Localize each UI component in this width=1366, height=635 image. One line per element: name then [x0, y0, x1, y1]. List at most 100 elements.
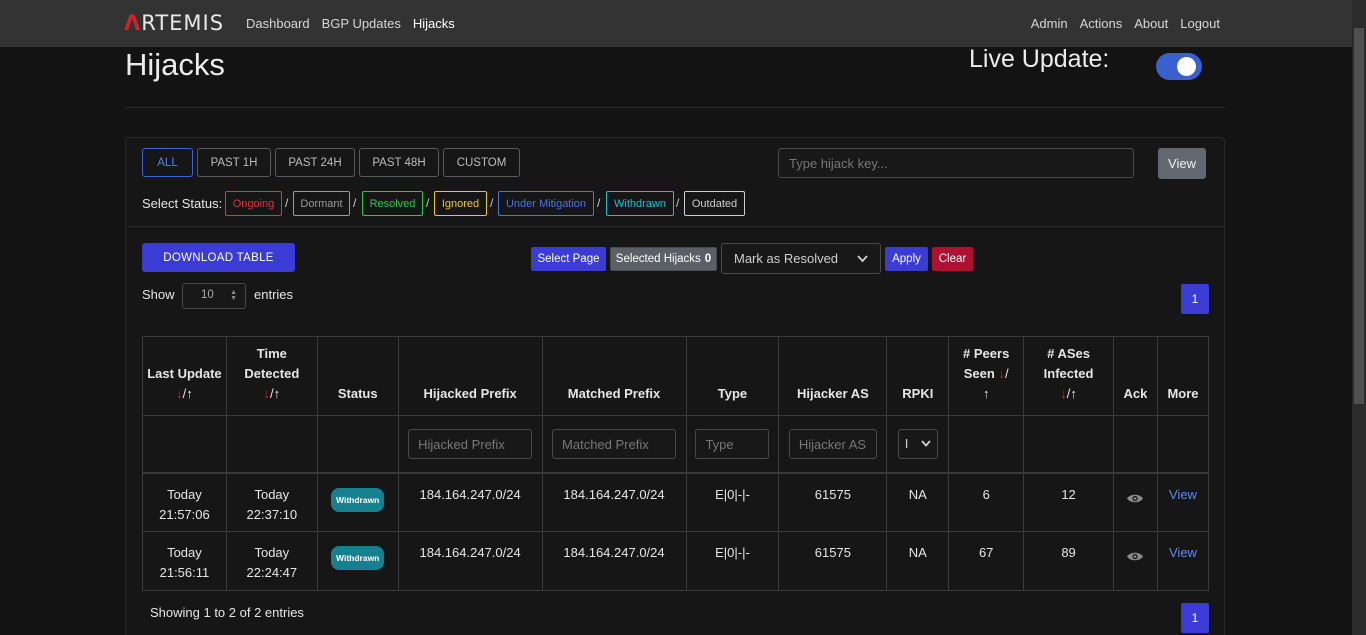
cell-matched-prefix: 184.164.247.0/24 [541, 472, 687, 532]
selected-hijacks-label: Selected Hijacks [615, 253, 701, 265]
pagination-page-bottom[interactable]: 1 [1181, 603, 1209, 633]
status-under-mitigation-button[interactable]: Under Mitigation [498, 191, 594, 216]
view-hijack-link[interactable]: View [1169, 487, 1197, 502]
filter-cell-empty [1156, 415, 1210, 474]
status-dormant-button[interactable]: Dormant [293, 191, 350, 216]
col-time-detected[interactable]: Time Detected ↓/↑ [225, 336, 318, 416]
col-peers-seen[interactable]: # Peers Seen ↓/↑ [948, 336, 1025, 416]
status-outdated-button[interactable]: Outdated [684, 191, 745, 216]
filter-cell-empty [142, 415, 227, 474]
filter-cell: Type [685, 415, 780, 474]
cell-rpki: NA [886, 472, 950, 532]
hijacked-prefix-filter-input[interactable]: Hijacked Prefix [408, 428, 533, 459]
header-label: Last Update [147, 366, 222, 381]
page-scrollbar[interactable] [1352, 0, 1366, 635]
clear-button[interactable]: Clear [932, 247, 973, 271]
hijacker-as-filter-input[interactable]: Hijacker AS [788, 428, 877, 459]
filter-cell: Hijacked Prefix [397, 415, 543, 474]
col-more: More [1156, 336, 1210, 416]
hijack-key-search-input[interactable]: Type hijack key... [778, 148, 1134, 178]
filter-past-1h-button[interactable]: PAST 1H [197, 148, 271, 177]
cell-ack [1113, 531, 1158, 591]
col-hijacker-as: Hijacker AS [778, 336, 888, 416]
nav-actions[interactable]: Actions [1080, 16, 1123, 31]
cell-ases-infected: 89 [1023, 531, 1114, 591]
status-badge: Withdrawn [331, 487, 385, 512]
col-hijacked-prefix: Hijacked Prefix [397, 336, 543, 416]
cell-rpki: NA [886, 531, 950, 591]
card-divider [126, 226, 1224, 227]
page-title: Hijacks [125, 47, 225, 82]
status-ignored-button[interactable]: Ignored [434, 191, 487, 216]
live-update-label: Live Update: [969, 45, 1110, 73]
header-label: # ASes Infected [1043, 346, 1094, 381]
nav-logout[interactable]: Logout [1180, 16, 1220, 31]
nav-right: Admin Actions About Logout [1031, 16, 1220, 31]
matched-prefix-filter-input[interactable]: Matched Prefix [552, 428, 677, 459]
selected-hijacks-badge: Selected Hijacks 0 [610, 247, 717, 271]
filter-cell: Hijacker AS [778, 415, 888, 474]
sort-icon[interactable]: ↓/↑ [264, 386, 281, 401]
filter-custom-button[interactable]: CUSTOM [443, 148, 520, 177]
download-table-button[interactable]: DOWNLOAD TABLE [142, 243, 295, 272]
nav-left: Dashboard BGP Updates Hijacks [246, 16, 455, 31]
rpki-filter-select[interactable]: I [897, 428, 938, 459]
status-resolved-button[interactable]: Resolved [362, 191, 423, 216]
nav-bgp-updates[interactable]: BGP Updates [322, 16, 401, 31]
status-ongoing-button[interactable]: Ongoing [225, 191, 282, 216]
cell-type: E|0|-|- [685, 531, 780, 591]
table-info-text: Showing 1 to 2 of 2 entries [150, 605, 304, 620]
status-separator: / [597, 196, 601, 210]
mark-action-select[interactable]: Mark as Resolved [721, 243, 881, 274]
table-row[interactable]: Today 21:56:11 Today 22:24:47 Withdrawn 18… [142, 531, 1210, 591]
table-row[interactable]: Today 21:57:06 Today 22:37:10 Withdrawn 18… [142, 472, 1210, 532]
apply-button[interactable]: Apply [885, 247, 928, 271]
cell-status: Withdrawn [316, 531, 399, 591]
select-page-button[interactable]: Select Page [531, 247, 606, 271]
col-status: Status [316, 336, 399, 416]
top-navbar: ΛRTEMIS Dashboard BGP Updates Hijacks Ad… [0, 0, 1352, 47]
status-separator: / [676, 196, 680, 210]
artemis-logo[interactable]: ΛRTEMIS [124, 11, 224, 35]
select-status-label: Select Status: [142, 196, 223, 211]
entries-value: 10 [201, 289, 214, 301]
sort-icon[interactable]: ↓/↑ [176, 386, 193, 401]
col-type: Type [685, 336, 780, 416]
cell-ack [1113, 472, 1158, 532]
status-separator: / [490, 196, 494, 210]
sort-icon[interactable]: ↓/↑ [1060, 386, 1077, 401]
mark-action-value: Mark as Resolved [734, 251, 839, 266]
type-filter-input[interactable]: Type [695, 428, 770, 459]
col-last-update[interactable]: Last Update ↓/↑ [142, 336, 227, 416]
table-header-row: Last Update ↓/↑ Time Detected ↓/↑ Status H… [142, 336, 1210, 416]
filter-cell-empty [948, 415, 1025, 474]
view-hijack-button[interactable]: View [1158, 148, 1206, 179]
nav-hijacks[interactable]: Hijacks [413, 16, 455, 31]
filter-all-button[interactable]: ALL [142, 148, 193, 177]
filter-past-48h-button[interactable]: PAST 48H [359, 148, 439, 177]
scrollbar-thumb[interactable] [1354, 28, 1364, 404]
col-ases-infected[interactable]: # ASes Infected ↓/↑ [1023, 336, 1114, 416]
filter-past-24h-button[interactable]: PAST 24H [275, 148, 355, 177]
cell-peers-seen: 67 [948, 531, 1025, 591]
show-label: Show [142, 287, 175, 302]
live-update-toggle[interactable] [1156, 53, 1202, 80]
nav-admin[interactable]: Admin [1031, 16, 1068, 31]
spinner-icon[interactable]: ▲ ▼ [230, 289, 237, 302]
filter-cell-empty [225, 415, 318, 474]
header-divider [125, 107, 1225, 108]
status-withdrawn-button[interactable]: Withdrawn [606, 191, 674, 216]
cell-last-update: Today 21:56:11 [142, 531, 227, 591]
status-badge: Withdrawn [331, 546, 385, 570]
pagination-page-top[interactable]: 1 [1181, 284, 1209, 314]
view-hijack-link[interactable]: View [1169, 545, 1197, 560]
eye-icon[interactable] [1126, 548, 1144, 568]
nav-about[interactable]: About [1134, 16, 1168, 31]
nav-dashboard[interactable]: Dashboard [246, 16, 310, 31]
chevron-down-icon [921, 440, 931, 448]
entries-per-page-input[interactable]: 10 ▲ ▼ [182, 283, 246, 309]
cell-time-detected: Today 22:37:10 [225, 472, 318, 532]
cell-hijacked-prefix: 184.164.247.0/24 [397, 531, 543, 591]
cell-hijacker-as: 61575 [778, 472, 888, 532]
eye-icon[interactable] [1126, 490, 1144, 510]
